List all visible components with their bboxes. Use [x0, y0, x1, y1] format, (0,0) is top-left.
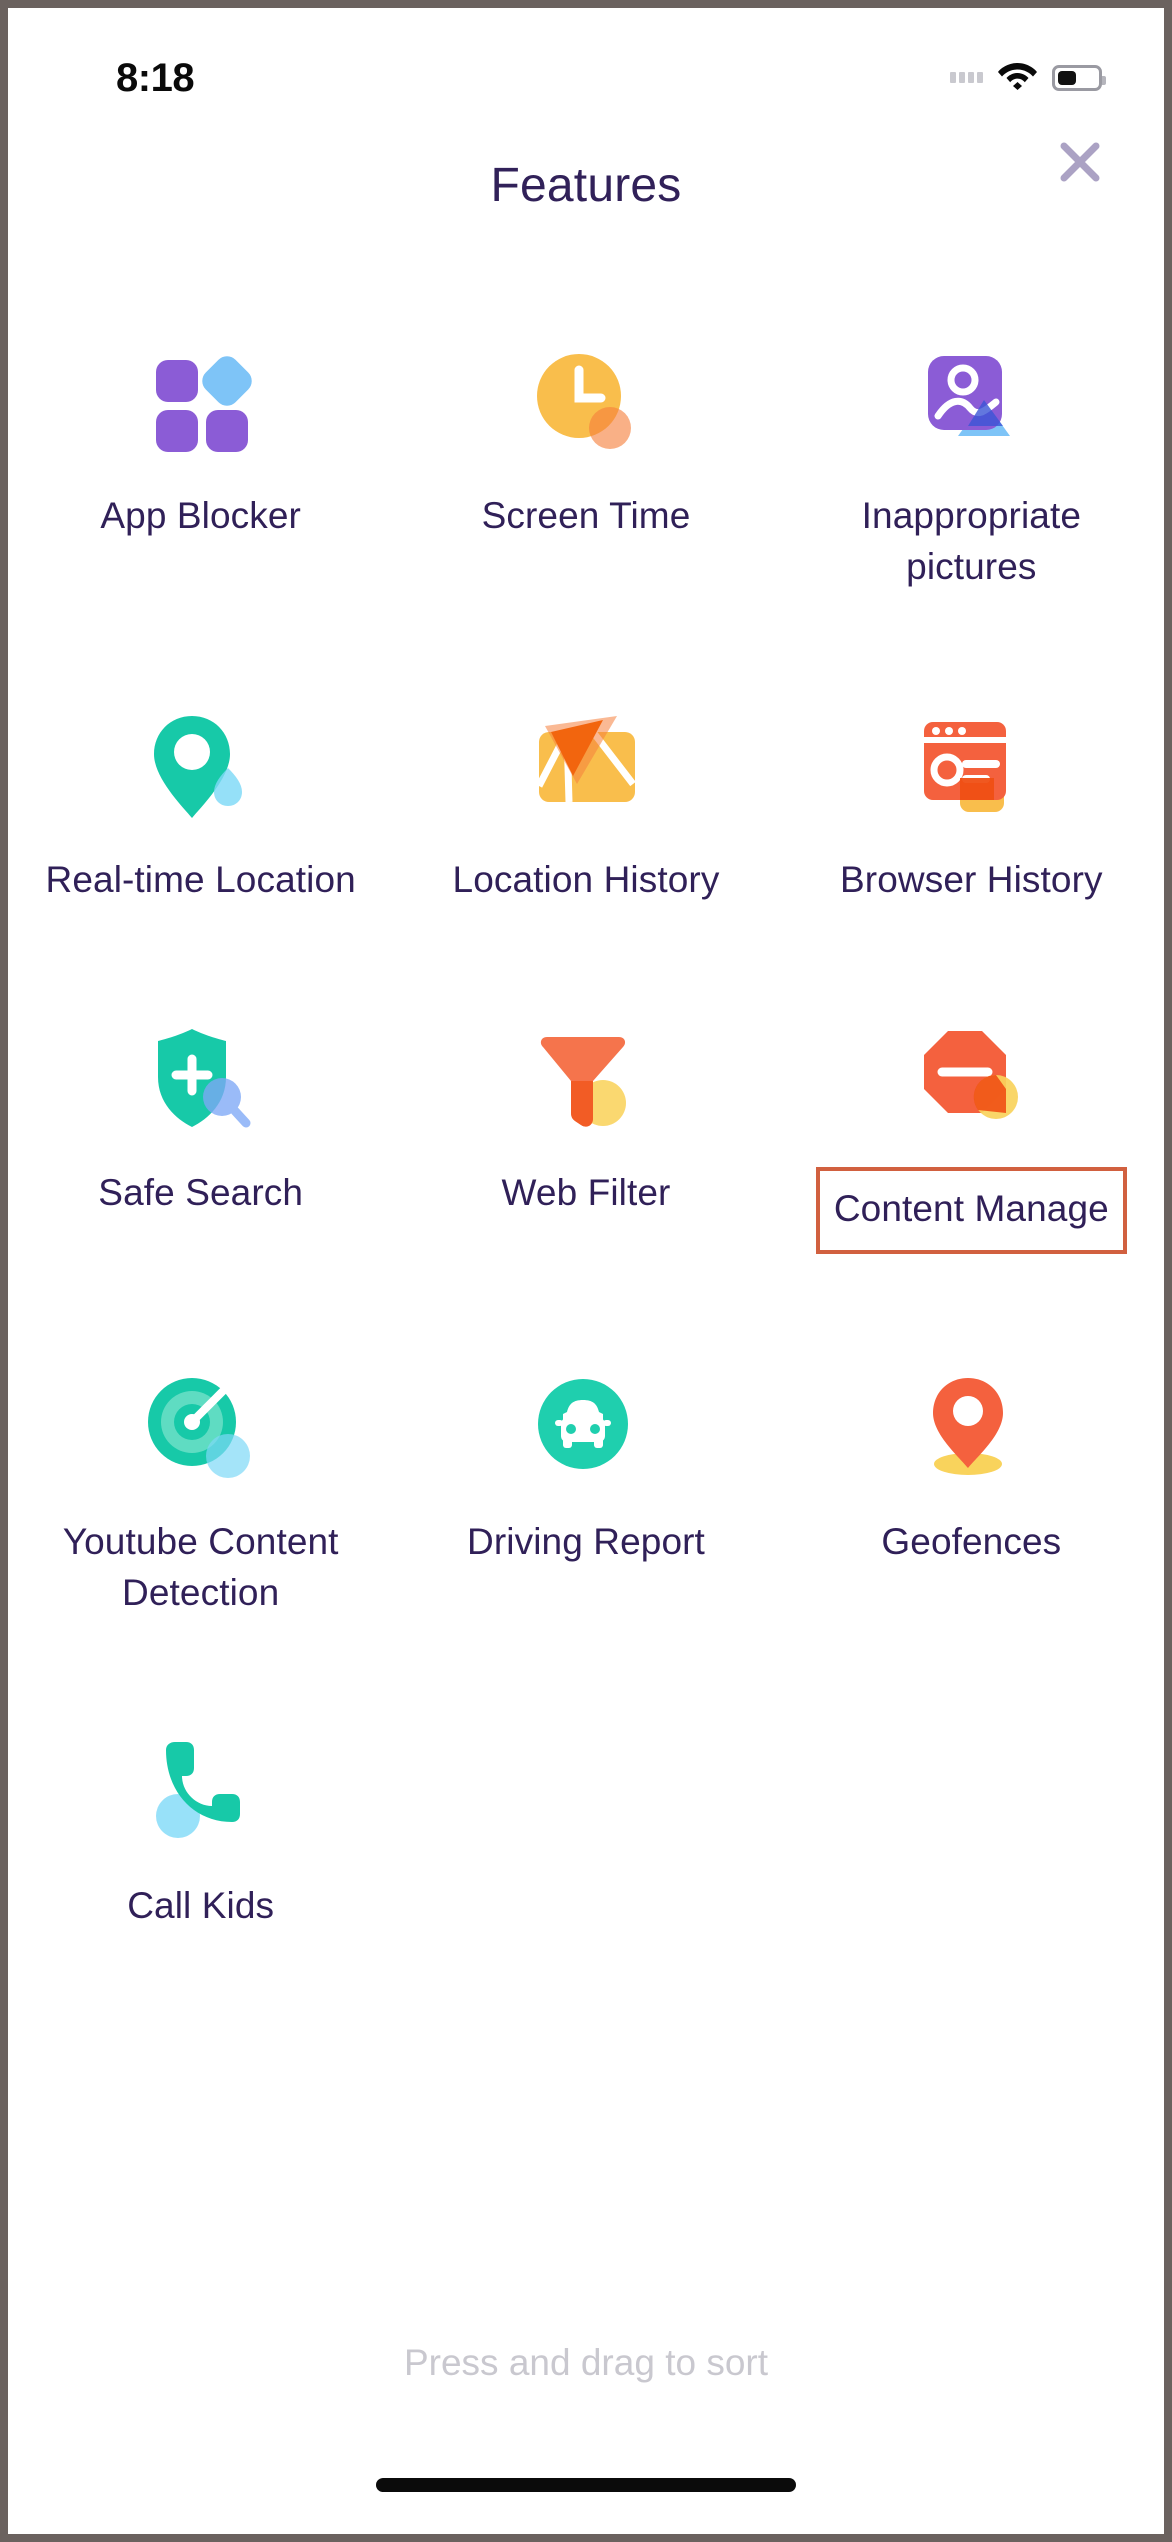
modal-header: Features [8, 158, 1164, 258]
feature-label: Inappropriate pictures [806, 490, 1136, 592]
signal-dots-icon [950, 72, 983, 83]
web-filter-funnel-icon [521, 1015, 651, 1145]
feature-label: Geofences [881, 1516, 1061, 1567]
safe-search-shield-icon [136, 1015, 266, 1145]
feature-label: App Blocker [100, 490, 301, 541]
real-time-location-pin-icon [136, 702, 266, 832]
screen-time-clock-icon [521, 338, 651, 468]
feature-location-history[interactable]: Location History [393, 702, 778, 905]
feature-label: Web Filter [502, 1167, 671, 1218]
status-bar-indicators [950, 60, 1102, 95]
status-bar-clock: 8:18 [116, 56, 194, 101]
feature-call-kids[interactable]: Call Kids [8, 1728, 393, 1931]
feature-screen-time[interactable]: Screen Time [393, 338, 778, 592]
feature-label: Safe Search [98, 1167, 303, 1218]
feature-app-blocker[interactable]: App Blocker [8, 338, 393, 592]
feature-content-manage[interactable]: Content Manage [779, 1015, 1164, 1254]
page-title: Features [8, 158, 1164, 213]
feature-label: Call Kids [127, 1880, 274, 1931]
battery-icon [1052, 65, 1102, 91]
feature-real-time-location[interactable]: Real-time Location [8, 702, 393, 905]
geofences-pin-icon [906, 1364, 1036, 1494]
home-indicator[interactable] [376, 2478, 796, 2492]
feature-label: Youtube Content Detection [36, 1516, 366, 1618]
content-manage-octagon-icon [906, 1015, 1036, 1145]
feature-label: Real-time Location [46, 854, 356, 905]
location-history-map-icon [521, 702, 651, 832]
feature-geofences[interactable]: Geofences [779, 1364, 1164, 1618]
inappropriate-pictures-icon [906, 338, 1036, 468]
youtube-content-radar-icon [136, 1364, 266, 1494]
status-bar: 8:18 [8, 8, 1164, 130]
feature-safe-search[interactable]: Safe Search [8, 1015, 393, 1254]
features-grid: App Blocker Screen Time [8, 338, 1164, 1931]
phone-screen: 8:18 Features [8, 8, 1164, 2534]
call-kids-phone-icon [136, 1728, 266, 1858]
feature-label: Browser History [840, 854, 1103, 905]
feature-browser-history[interactable]: Browser History [779, 702, 1164, 905]
app-blocker-icon [136, 338, 266, 468]
feature-label: Driving Report [467, 1516, 705, 1567]
wifi-icon [997, 60, 1038, 95]
feature-web-filter[interactable]: Web Filter [393, 1015, 778, 1254]
feature-youtube-content-detection[interactable]: Youtube Content Detection [8, 1364, 393, 1618]
feature-driving-report[interactable]: Driving Report [393, 1364, 778, 1618]
sort-hint: Press and drag to sort [8, 2342, 1164, 2384]
driving-report-car-icon [521, 1364, 651, 1494]
browser-history-window-icon [906, 702, 1036, 832]
close-icon[interactable] [1044, 126, 1116, 198]
feature-label: Screen Time [482, 490, 691, 541]
feature-label: Content Manage [816, 1167, 1127, 1254]
feature-inappropriate-pictures[interactable]: Inappropriate pictures [779, 338, 1164, 592]
feature-label: Location History [453, 854, 720, 905]
